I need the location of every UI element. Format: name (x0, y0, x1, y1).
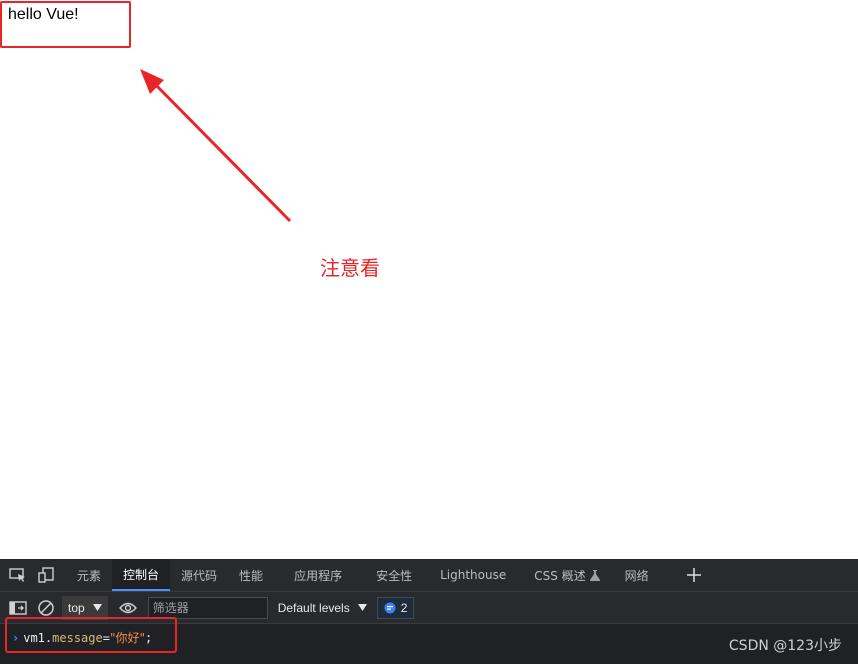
chevron-down-icon (92, 604, 102, 611)
csdn-watermark: CSDN @123小步 (728, 638, 842, 654)
tab-label: 源代码 (181, 568, 218, 583)
log-levels-label: Default levels (277, 600, 350, 615)
tab-label: 网络 (624, 568, 649, 583)
plus-icon[interactable] (678, 559, 710, 591)
tab-label: Lighthouse (440, 568, 507, 582)
inspect-element-icon[interactable] (4, 559, 32, 591)
tab-elements[interactable]: 元素 (66, 559, 112, 591)
tab-performance[interactable]: 性能 (228, 559, 274, 591)
filter-input[interactable] (147, 596, 268, 619)
screenshot: hello Vue! 注意看 元素 控制台 源代码 性能 应用程序 安全性 Li… (0, 0, 858, 664)
devtools-tabbar: 元素 控制台 源代码 性能 应用程序 安全性 Lighthouse CSS 概述 (0, 559, 858, 592)
tab-network[interactable]: 网络 (614, 559, 660, 591)
tab-label: CSS 概述 (534, 568, 586, 583)
tab-label: 应用程序 (294, 568, 343, 583)
tab-css-overview[interactable]: CSS 概述 (520, 559, 613, 591)
tab-console[interactable]: 控制台 (112, 559, 171, 591)
highlight-box-console (5, 617, 177, 653)
page-viewport: hello Vue! 注意看 (0, 0, 858, 559)
issues-count: 2 (400, 600, 408, 615)
chevron-down-icon (357, 604, 367, 611)
tab-label: 控制台 (123, 567, 160, 582)
tab-sources[interactable]: 源代码 (170, 559, 228, 591)
issues-button[interactable]: 2 (376, 596, 415, 619)
device-toolbar-icon[interactable] (32, 559, 60, 591)
context-selector[interactable]: top (62, 595, 108, 620)
log-levels-dropdown[interactable]: Default levels (278, 601, 367, 615)
issues-chat-icon (384, 602, 396, 613)
note-annotation-text: 注意看 (320, 256, 380, 280)
annotation-arrow-icon (140, 69, 292, 223)
context-value: top (68, 600, 85, 615)
experimental-beaker-icon (589, 569, 600, 581)
tab-application[interactable]: 应用程序 (274, 559, 362, 591)
tab-label: 安全性 (376, 568, 413, 583)
tab-lighthouse[interactable]: Lighthouse (426, 559, 520, 591)
tab-security[interactable]: 安全性 (362, 559, 426, 591)
tab-label: 元素 (77, 568, 102, 583)
tab-label: 性能 (239, 568, 264, 583)
